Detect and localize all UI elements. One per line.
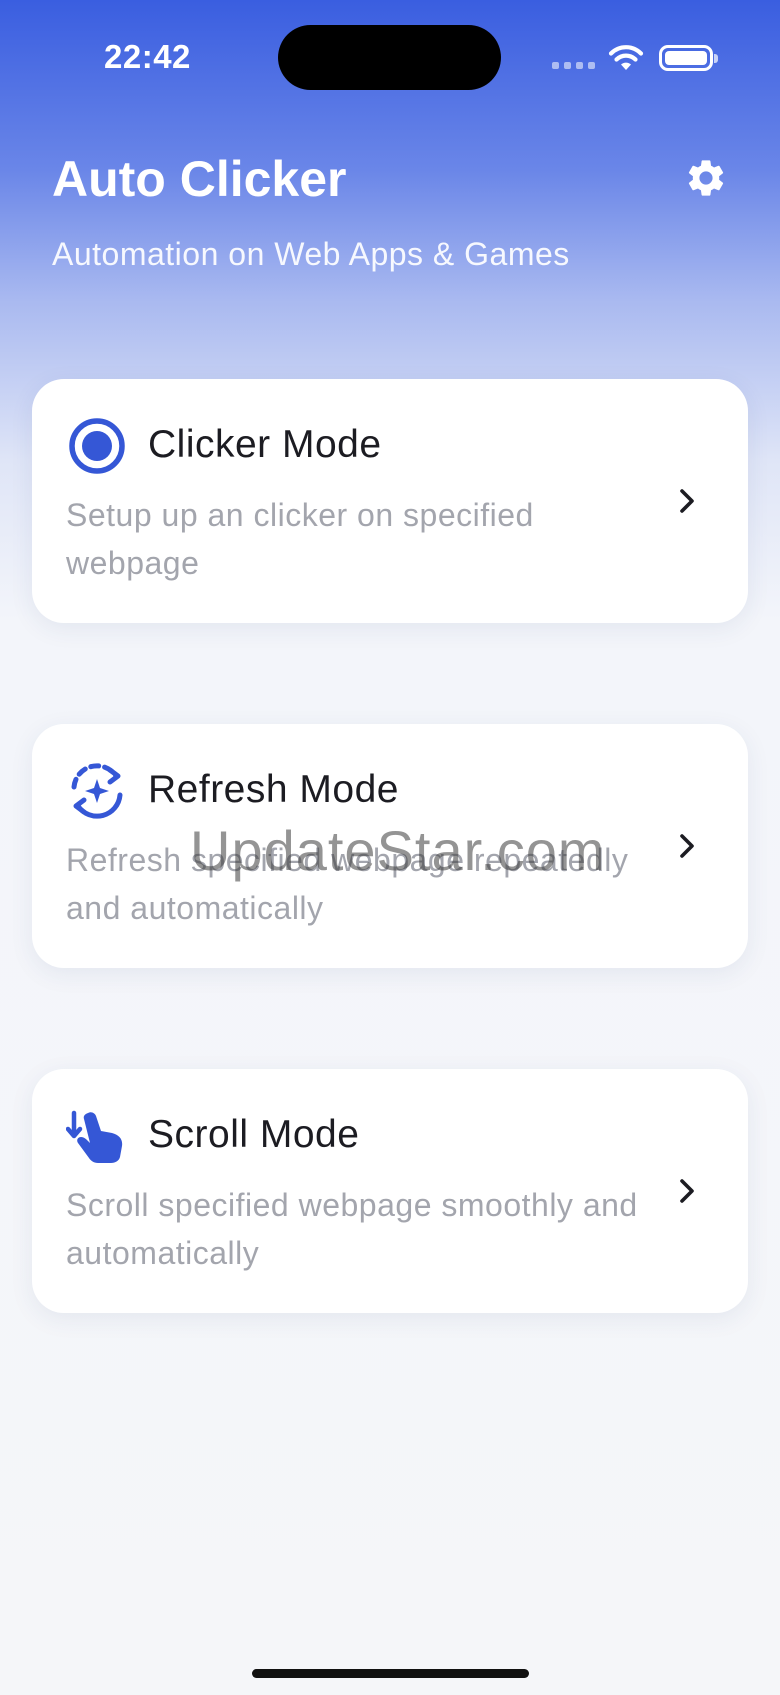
clicker-mode-title: Clicker Mode [148,423,382,466]
home-indicator[interactable] [252,1669,529,1678]
scroll-hand-icon [66,1110,123,1163]
dynamic-island [278,25,501,90]
gear-icon [688,160,724,196]
refresh-mode-description: Refresh specified webpage repeatedly and… [66,842,629,926]
battery-icon [659,45,718,71]
cellular-signal-icon [552,61,595,69]
clicker-mode-card[interactable]: Clicker Mode Setup up an clicker on spec… [32,379,748,623]
chevron-right-icon [680,1179,694,1203]
app-screen: 22:42 Auto Clicker Automation on Web App… [0,0,780,1695]
refresh-mode-card[interactable]: Refresh Mode Refresh specified webpage r… [32,724,748,968]
page-subtitle: Automation on Web Apps & Games [52,236,570,272]
scroll-mode-description: Scroll specified webpage smoothly and au… [66,1187,638,1271]
clicker-mode-description: Setup up an clicker on specified webpage [66,497,534,581]
status-bar: 22:42 [0,0,780,115]
status-time: 22:42 [104,38,191,75]
settings-button[interactable] [680,152,732,204]
page-title: Auto Clicker [52,151,347,207]
wifi-icon [608,45,644,70]
status-icons [552,40,718,76]
refresh-mode-title: Refresh Mode [148,768,399,811]
target-icon [69,418,125,474]
chevron-right-icon [680,834,694,858]
scroll-mode-card[interactable]: Scroll Mode Scroll specified webpage smo… [32,1069,748,1313]
chevron-right-icon [680,489,694,513]
scroll-mode-title: Scroll Mode [148,1113,360,1156]
refresh-sparkle-icon [71,763,123,819]
